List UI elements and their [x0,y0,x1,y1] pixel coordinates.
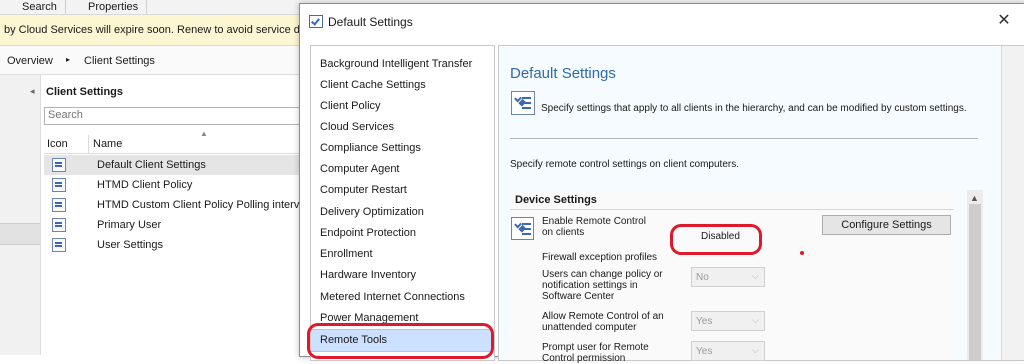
search-input[interactable] [45,108,315,122]
table-row[interactable]: HTMD Client Policy [44,175,310,195]
chevron-down-icon: ⌵ [752,345,759,355]
default-settings-dialog: Default Settings ✕ Background Intelligen… [299,3,1024,364]
table-row[interactable]: User Settings [44,235,310,255]
table-row[interactable]: Default Client Settings [44,155,310,175]
settings-checklist-icon [309,15,323,28]
allow-unattended-select[interactable]: Yes ⌵ [691,311,765,331]
nav-item-label: Computer Restart [320,184,407,196]
nav-item-label: Hardware Inventory [320,269,416,281]
client-settings-icon [52,178,66,192]
nav-item-label: Delivery Optimization [320,206,424,218]
page-description: Specify settings that apply to all clien… [541,103,967,114]
table-row[interactable]: Primary User [44,215,310,235]
row-name: HTMD Client Policy [97,179,193,191]
breadcrumb: Overview ▸ Client Settings [0,46,310,75]
row-name: Primary User [97,219,162,231]
remote-control-icon [511,217,534,240]
select-value: Yes [696,316,713,327]
table-row[interactable]: HTMD Custom Client Policy Polling interv [44,195,310,215]
scroll-up-icon[interactable]: ▲ [970,193,979,203]
nav-item-endpoint-protection[interactable]: Endpoint Protection [311,223,492,244]
sort-ascending-icon: ▲ [200,129,208,138]
nav-item-enrollment[interactable]: Enrollment [311,244,492,265]
notification-bar: by Cloud Services will expire soon. Rene… [0,15,310,46]
nav-item-label: Client Policy [320,100,381,112]
nav-item-hardware-inventory[interactable]: Hardware Inventory [311,265,492,286]
column-separator[interactable] [88,135,89,153]
navigation-selected-item[interactable] [0,223,40,245]
nav-item-label: Compliance Settings [320,142,421,154]
configure-settings-label: Configure Settings [841,219,932,231]
client-settings-icon [52,238,66,252]
nav-item-computer-restart[interactable]: Computer Restart [311,180,492,201]
nav-item-client-cache-settings[interactable]: Client Cache Settings [311,75,492,96]
annotation-dot [800,251,804,255]
column-icon[interactable]: Icon [47,138,68,150]
collapse-chevron-icon[interactable]: ◂ [30,86,35,97]
notification-text: by Cloud Services will expire soon. Rene… [4,24,303,36]
nav-item-background-intelligent-transfer[interactable]: Background Intelligent Transfer [311,54,492,75]
tab-properties[interactable]: Properties [80,0,148,14]
configure-settings-button[interactable]: Configure Settings [822,215,951,235]
dialog-title: Default Settings [328,15,413,29]
breadcrumb-separator-icon: ▸ [66,55,71,64]
nav-item-label: Background Intelligent Transfer [320,58,473,70]
scrollbar-thumb[interactable] [969,204,981,360]
highlight-ring-disabled [670,224,762,255]
nav-item-label: Computer Agent [320,163,400,175]
nav-item-compliance-settings[interactable]: Compliance Settings [311,138,492,159]
select-value: Yes [696,346,713,357]
prompt-user-select[interactable]: Yes ⌵ [691,341,765,361]
nav-item-label: Client Cache Settings [320,79,426,91]
client-settings-icon [52,218,66,232]
chevron-down-icon: ⌵ [752,271,759,281]
navigation-strip [0,75,41,355]
client-settings-icon [52,158,66,172]
nav-item-label: Enrollment [320,248,373,260]
search-box[interactable] [44,107,315,125]
tab-search[interactable]: Search [14,0,66,14]
list-column-header: Icon Name ▲ [44,129,310,154]
breadcrumb-client-settings[interactable]: Client Settings [84,55,155,67]
nav-item-label: Cloud Services [320,121,394,133]
select-value: No [696,272,709,283]
settings-category-list: Background Intelligent Transfer Client C… [307,45,495,361]
settings-scrollbar[interactable]: ▲ [967,190,983,360]
settings-checklist-icon [511,91,535,115]
prompt-user-label: Prompt user for Remote Control permissio… [542,342,649,364]
chevron-down-icon: ⌵ [752,315,759,325]
divider [510,138,978,139]
list-title: Client Settings [46,86,124,98]
section-description: Specify remote control settings on clien… [510,159,739,170]
highlight-ring-remote-tools [307,323,494,359]
device-settings-header: Device Settings [515,194,597,206]
allow-unattended-label: Allow Remote Control of an unattended co… [542,311,664,333]
page-title: Default Settings [510,65,616,82]
device-settings-group: Device Settings Enable Remote Control on… [510,191,954,364]
users-change-policy-label: Users can change policy or notification … [542,269,663,302]
column-name[interactable]: Name [93,138,122,150]
client-settings-icon [52,198,66,212]
divider [510,209,954,210]
row-name: Default Client Settings [97,159,206,171]
nav-item-computer-agent[interactable]: Computer Agent [311,159,492,180]
nav-item-label: Endpoint Protection [320,227,417,239]
row-name: User Settings [97,239,164,251]
row-name: HTMD Custom Client Policy Polling interv [97,199,300,211]
nav-item-cloud-services[interactable]: Cloud Services [311,117,492,138]
nav-item-client-policy[interactable]: Client Policy [311,96,492,117]
users-change-policy-select[interactable]: No ⌵ [691,267,765,287]
nav-item-label: Metered Internet Connections [320,291,465,303]
dialog-title-bar: Default Settings ✕ [300,4,1024,38]
settings-content-pane: Default Settings Specify settings that a… [498,45,1024,364]
content-scrollbar[interactable] [1001,46,1024,360]
nav-item-metered-internet-connections[interactable]: Metered Internet Connections [311,287,492,308]
enable-remote-control-label: Enable Remote Control on clients [542,216,646,238]
breadcrumb-overview[interactable]: Overview [7,55,53,67]
close-icon[interactable]: ✕ [992,10,1016,32]
list-header: Client Settings [40,80,310,104]
firewall-exception-label: Firewall exception profiles [542,252,658,263]
nav-item-delivery-optimization[interactable]: Delivery Optimization [311,202,492,223]
